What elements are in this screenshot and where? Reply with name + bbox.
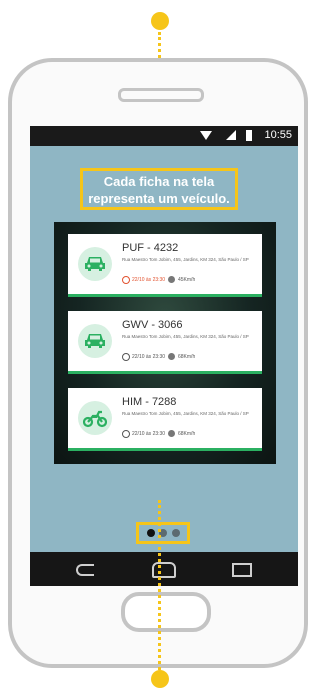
vehicle-plate: GWV - 3066: [122, 319, 183, 331]
vehicle-icon-badge: [78, 324, 112, 358]
speedometer-icon: [168, 430, 175, 437]
page-dot-3[interactable]: [172, 529, 180, 537]
car-icon: [85, 334, 105, 348]
vehicle-address: Rua Maestro Tom Jobim, 455, Jardins, KM …: [122, 411, 249, 416]
page-dot-1[interactable]: [147, 529, 155, 537]
bottom-pointer-dot: [151, 670, 169, 688]
page-indicator[interactable]: [136, 522, 190, 544]
phone-screen: 10:55 Cada ficha na tela representa um v…: [30, 126, 298, 586]
clock-icon: [122, 276, 130, 284]
wifi-icon: [200, 131, 212, 140]
clock-icon: [122, 353, 130, 361]
top-pointer-dot: [151, 12, 169, 30]
callout-line-2: representa um veículo.: [88, 191, 230, 206]
recent-apps-icon[interactable]: [232, 563, 252, 577]
phone-speaker: [118, 88, 204, 102]
phone-home-button[interactable]: [121, 592, 211, 632]
vehicle-address: Rua Maestro Tom Jobim, 455, Jardins, KM …: [122, 257, 249, 262]
vehicle-list-panel: PUF - 4232 Rua Maestro Tom Jobim, 455, J…: [54, 222, 276, 464]
motorcycle-icon: [83, 410, 107, 428]
bottom-pointer-line: [158, 500, 161, 670]
vehicle-time: 22/10 às 23:30: [132, 277, 166, 283]
status-time: 10:55: [264, 129, 292, 141]
speedometer-icon: [168, 353, 175, 360]
signal-icon: [226, 130, 236, 140]
vehicle-card[interactable]: PUF - 4232 Rua Maestro Tom Jobim, 455, J…: [68, 234, 262, 297]
clock-icon: [122, 430, 130, 438]
vehicle-speed: 68Km/h: [178, 354, 196, 360]
callout-box: Cada ficha na tela representa um veículo…: [80, 168, 238, 210]
car-icon: [85, 257, 105, 271]
vehicle-plate: PUF - 4232: [122, 242, 179, 254]
vehicle-icon-badge: [78, 247, 112, 281]
home-icon[interactable]: [152, 562, 176, 578]
back-icon[interactable]: [76, 564, 94, 576]
vehicle-time: 22/10 às 23:30: [132, 431, 166, 437]
speedometer-icon: [168, 276, 175, 283]
vehicle-address: Rua Maestro Tom Jobim, 455, Jardins, KM …: [122, 334, 249, 339]
android-nav-bar: [30, 552, 298, 586]
vehicle-icon-badge: [78, 401, 112, 435]
vehicle-plate: HIM - 7288: [122, 396, 177, 408]
vehicle-card[interactable]: GWV - 3066 Rua Maestro Tom Jobim, 455, J…: [68, 311, 262, 374]
callout-line-1: Cada ficha na tela: [103, 174, 215, 189]
vehicle-speed: 45Km/h: [178, 277, 196, 283]
vehicle-time: 22/10 às 23:30: [132, 354, 166, 360]
status-bar: 10:55: [30, 126, 298, 146]
battery-icon: [246, 130, 252, 141]
vehicle-card[interactable]: HIM - 7288 Rua Maestro Tom Jobim, 455, J…: [68, 388, 262, 451]
vehicle-speed: 68Km/h: [178, 431, 196, 437]
